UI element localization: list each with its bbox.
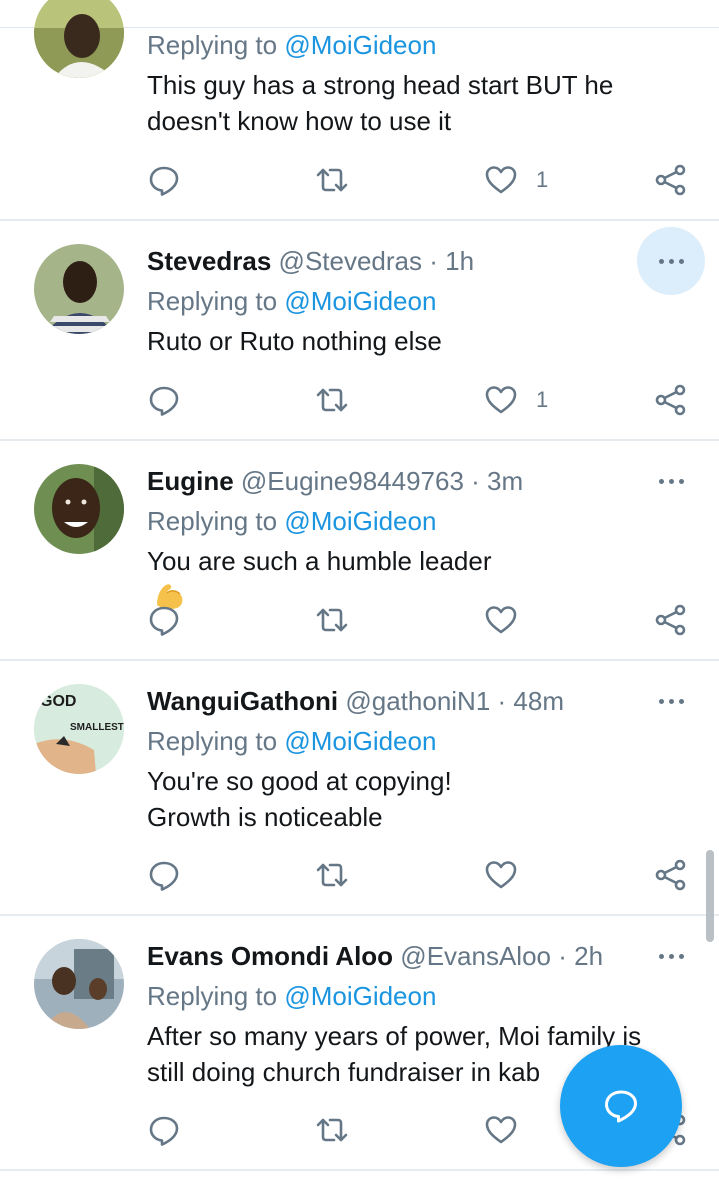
avatar-text: GOD: [40, 693, 76, 710]
share-icon: [655, 859, 686, 891]
timestamp[interactable]: · 2h: [558, 941, 603, 971]
display-name[interactable]: Evans Omondi Aloo: [147, 941, 393, 971]
avatar[interactable]: [34, 0, 124, 78]
share-button[interactable]: [654, 160, 688, 200]
like-button[interactable]: 1: [484, 160, 548, 200]
replying-to: Replying to @MoiGideon: [147, 981, 437, 1011]
retweet-icon: [316, 1118, 348, 1142]
more-options-button[interactable]: [637, 922, 705, 990]
mention-link[interactable]: @MoiGideon: [284, 30, 436, 60]
timestamp[interactable]: · 48m: [498, 686, 564, 716]
tweet-header: Evans Omondi Aloo @EvansAloo · 2h: [147, 939, 603, 973]
reply-tweet[interactable]: Stevedras @Stevedras · 1h Replying to @M…: [0, 220, 719, 440]
reply-button[interactable]: [147, 160, 181, 200]
tweet-text: This guy has a strong head start BUT he …: [147, 70, 614, 136]
reply-icon: [149, 166, 179, 196]
tweet-header: WanguiGathoni @gathoniN1 · 48m: [147, 684, 564, 718]
retweet-button[interactable]: [315, 160, 349, 200]
reply-button[interactable]: [147, 380, 181, 420]
handle[interactable]: @Eugine98449763: [241, 466, 464, 496]
reply-button[interactable]: [147, 855, 181, 895]
retweet-icon: [316, 388, 348, 412]
more-options-icon: [658, 698, 684, 704]
handle[interactable]: @gathoniN1: [345, 686, 490, 716]
more-options-icon: [658, 953, 684, 959]
retweet-button[interactable]: [315, 600, 349, 640]
display-name[interactable]: Eugine: [147, 466, 234, 496]
heart-icon: [485, 606, 517, 634]
reply-icon: [149, 861, 179, 891]
reply-icon: [149, 1116, 179, 1146]
tweet-actions: [0, 855, 719, 895]
reply-icon: [149, 606, 179, 636]
share-button[interactable]: [654, 855, 688, 895]
mention-link[interactable]: @MoiGideon: [284, 286, 436, 316]
heart-icon: [485, 1116, 517, 1144]
more-options-icon: [658, 258, 684, 264]
share-button[interactable]: [654, 380, 688, 420]
retweet-icon: [316, 168, 348, 192]
compose-reply-button[interactable]: [560, 1045, 682, 1167]
replying-to: Replying to @MoiGideon: [147, 726, 437, 756]
share-button[interactable]: [654, 600, 688, 640]
reply-tweet[interactable]: GOD SMALLEST WanguiGathoni @gathoniN1 · …: [0, 660, 719, 915]
avatar[interactable]: [34, 464, 124, 554]
like-count: 1: [536, 167, 549, 192]
avatar[interactable]: [34, 939, 124, 1029]
like-count: 1: [536, 387, 549, 412]
mention-link[interactable]: @MoiGideon: [284, 726, 436, 756]
heart-icon: [485, 386, 517, 414]
replying-to: Replying to @MoiGideon: [147, 286, 437, 316]
handle[interactable]: @EvansAloo: [400, 941, 551, 971]
compose-reply-icon: [605, 1090, 637, 1123]
display-name[interactable]: WanguiGathoni: [147, 686, 338, 716]
reply-icon: [149, 386, 179, 416]
like-button[interactable]: [484, 855, 518, 895]
retweet-button[interactable]: [315, 1110, 349, 1150]
reply-button[interactable]: [147, 1110, 181, 1150]
more-options-button[interactable]: [637, 447, 705, 515]
avatar-text: SMALLEST: [70, 722, 124, 733]
replying-to: Replying to @MoiGideon: [147, 506, 437, 536]
like-button[interactable]: 1: [484, 380, 548, 420]
retweet-button[interactable]: [315, 855, 349, 895]
tweet-header: Stevedras @Stevedras · 1h: [147, 244, 474, 278]
reply-tweet[interactable]: Replying to @MoiGideon This guy has a st…: [0, 0, 719, 220]
tweet-text: You're so good at copying! Growth is not…: [147, 766, 452, 832]
tweet-text: Ruto or Ruto nothing else: [147, 326, 442, 356]
avatar[interactable]: GOD SMALLEST: [34, 684, 124, 774]
heart-icon: [485, 166, 517, 194]
like-button[interactable]: [484, 600, 518, 640]
retweet-icon: [316, 863, 348, 887]
avatar[interactable]: [34, 244, 124, 334]
display-name[interactable]: Stevedras: [147, 246, 271, 276]
more-options-button[interactable]: [637, 227, 705, 295]
share-icon: [655, 384, 686, 416]
tweet-header: Eugine @Eugine98449763 · 3m: [147, 464, 523, 498]
reply-tweet[interactable]: Eugine @Eugine98449763 · 3m Replying to …: [0, 440, 719, 660]
tweet-divider: [0, 1169, 719, 1171]
retweet-button[interactable]: [315, 380, 349, 420]
retweet-icon: [316, 608, 348, 632]
reply-button[interactable]: [147, 600, 181, 640]
mention-link[interactable]: @MoiGideon: [284, 506, 436, 536]
tweet-actions: [0, 600, 719, 640]
heart-icon: [485, 861, 517, 889]
share-icon: [655, 604, 686, 636]
timestamp[interactable]: · 3m: [471, 466, 523, 496]
tweet-actions: 1: [0, 160, 719, 200]
timestamp[interactable]: · 1h: [429, 246, 474, 276]
more-options-icon: [658, 478, 684, 484]
more-options-button[interactable]: [637, 667, 705, 735]
replying-to: Replying to @MoiGideon: [147, 30, 437, 60]
like-button[interactable]: [484, 1110, 518, 1150]
tweet-actions: 1: [0, 380, 719, 420]
mention-link[interactable]: @MoiGideon: [284, 981, 436, 1011]
handle[interactable]: @Stevedras: [279, 246, 422, 276]
share-icon: [655, 164, 686, 196]
scrollbar[interactable]: [706, 850, 714, 942]
